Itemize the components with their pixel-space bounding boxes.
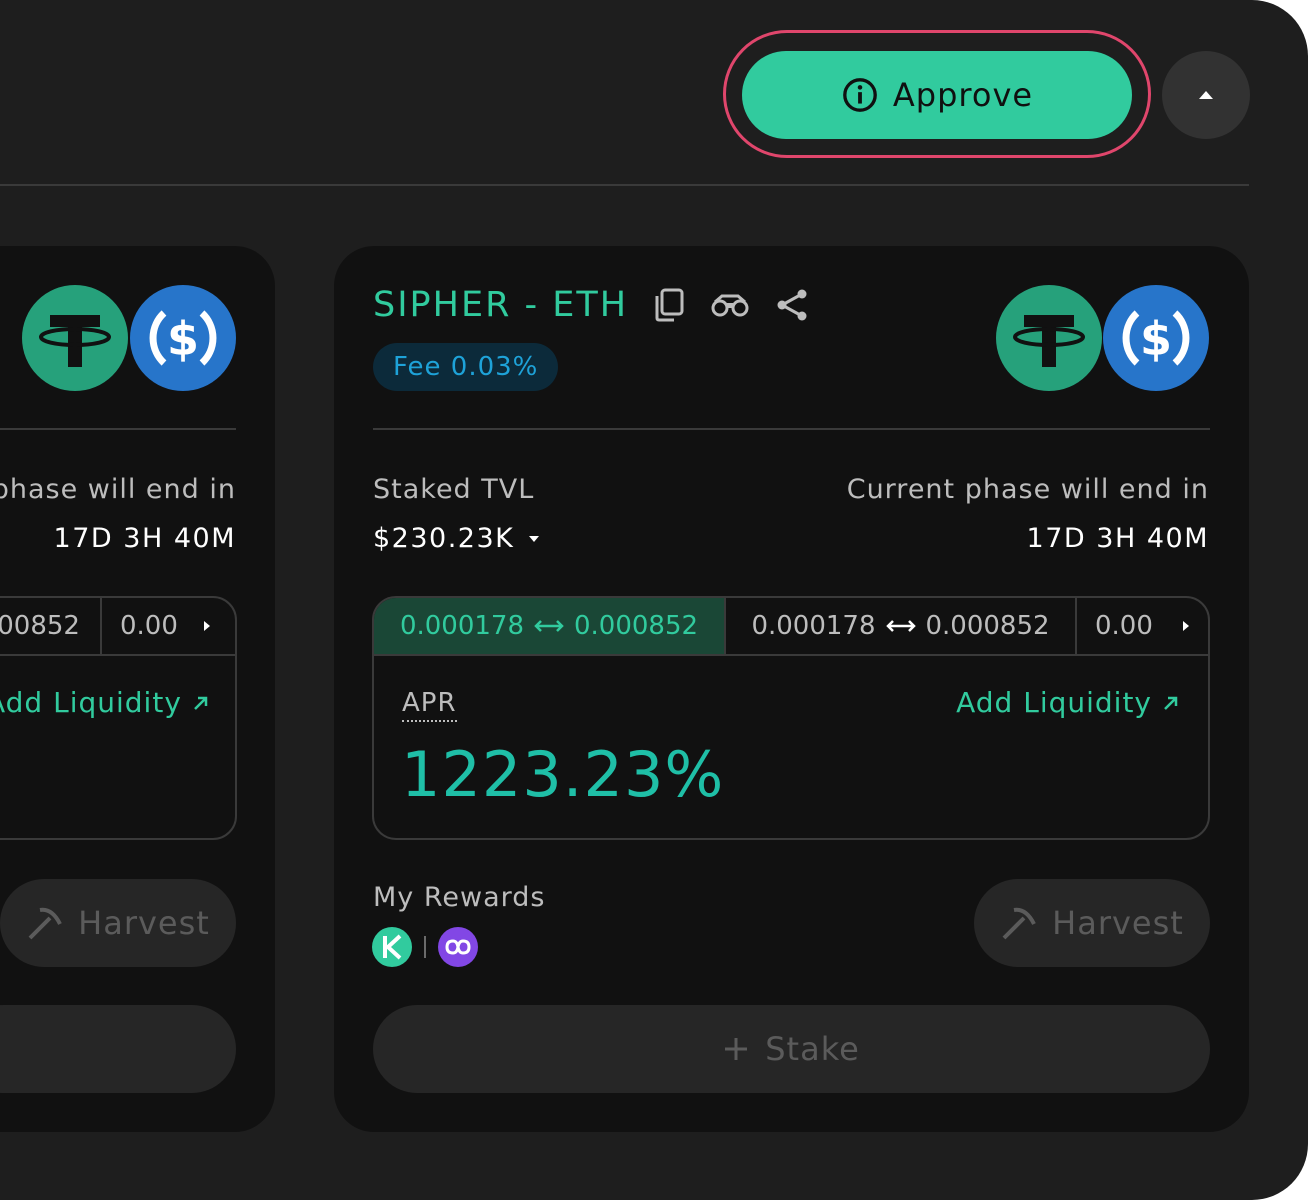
left-add-liquidity-link[interactable]: Add Liquidity bbox=[0, 686, 210, 719]
polygon-icon bbox=[438, 927, 478, 967]
left-range-last-text: 0.00 bbox=[119, 611, 178, 641]
usdc-icon: $ bbox=[1103, 285, 1209, 391]
range-2-min: 0.000178 bbox=[751, 611, 876, 641]
phase-value: 17D 3H 40M bbox=[1026, 523, 1209, 554]
range-tab-more[interactable]: 0.00 bbox=[1077, 598, 1208, 654]
copy-icon[interactable] bbox=[654, 288, 684, 322]
arrow-up-right-icon bbox=[1164, 696, 1178, 710]
binoculars-icon[interactable] bbox=[710, 293, 750, 317]
range-2-max: 0.000852 bbox=[925, 611, 1050, 641]
info-icon bbox=[843, 78, 877, 112]
apr-value: 1223.23% bbox=[401, 738, 725, 811]
range-tab-1[interactable]: 0.000178 0.000852 bbox=[374, 598, 726, 654]
range-tab-2[interactable]: 0.000178 0.000852 bbox=[726, 598, 1077, 654]
plus-icon bbox=[725, 1038, 748, 1060]
pickaxe-icon bbox=[28, 907, 62, 940]
arrow-up-right-icon bbox=[194, 696, 208, 710]
left-harvest-button[interactable]: Harvest bbox=[0, 879, 236, 967]
approve-button[interactable]: Approve bbox=[742, 51, 1132, 139]
pickaxe-icon bbox=[1002, 907, 1036, 940]
range-1-min: 0.000178 bbox=[399, 611, 524, 641]
staked-tvl-label: Staked TVL bbox=[373, 474, 535, 505]
left-stake-button[interactable] bbox=[0, 1005, 236, 1093]
caret-right-icon bbox=[203, 621, 210, 631]
left-harvest-label: Harvest bbox=[78, 904, 210, 942]
caret-up-icon bbox=[1199, 91, 1213, 99]
left-range-more[interactable]: 0.00 bbox=[102, 598, 235, 654]
left-phase-value: 17D 3H 40M bbox=[53, 523, 236, 554]
left-range-text: 00852 bbox=[0, 611, 80, 641]
rewards-separator bbox=[424, 936, 426, 958]
svg-text:$: $ bbox=[1140, 312, 1172, 366]
harvest-button[interactable]: Harvest bbox=[974, 879, 1210, 967]
left-card-divider bbox=[0, 428, 236, 430]
fee-badge: Fee 0.03% bbox=[373, 343, 559, 391]
range-arrow-icon bbox=[534, 620, 564, 632]
my-rewards-label: My Rewards bbox=[373, 882, 546, 913]
range-last-text: 0.00 bbox=[1095, 611, 1153, 641]
approve-label: Approve bbox=[892, 76, 1034, 114]
usdt-icon bbox=[22, 285, 128, 391]
pool-title-row: SIPHER - ETH bbox=[373, 285, 808, 325]
stake-button[interactable]: Stake bbox=[373, 1005, 1210, 1093]
svg-text:$: $ bbox=[167, 312, 199, 366]
share-icon[interactable] bbox=[776, 288, 808, 322]
apr-label[interactable]: APR bbox=[402, 688, 457, 722]
kyber-icon bbox=[372, 927, 412, 967]
left-range-cell[interactable]: 00852 bbox=[0, 598, 102, 654]
add-liquidity-link[interactable]: Add Liquidity bbox=[956, 686, 1180, 719]
pool-title: SIPHER - ETH bbox=[373, 285, 629, 325]
usdt-icon bbox=[996, 285, 1102, 391]
phase-label: Current phase will end in bbox=[846, 474, 1209, 505]
range-arrow-icon bbox=[885, 620, 916, 632]
collapse-button[interactable] bbox=[1162, 51, 1250, 139]
harvest-label: Harvest bbox=[1052, 904, 1184, 942]
pool-card-divider bbox=[373, 428, 1210, 430]
staked-tvl-value-row[interactable]: $230.23K bbox=[373, 523, 540, 554]
caret-down-icon bbox=[529, 535, 540, 542]
add-liquidity-label: Add Liquidity bbox=[956, 686, 1152, 719]
left-add-liquidity-label: Add Liquidity bbox=[0, 686, 182, 719]
staked-tvl-value: $230.23K bbox=[373, 523, 515, 554]
left-phase-label: phase will end in bbox=[0, 474, 236, 505]
header-divider bbox=[0, 184, 1249, 186]
stake-label: Stake bbox=[765, 1030, 860, 1068]
usdc-icon: $ bbox=[130, 285, 236, 391]
range-1-max: 0.000852 bbox=[574, 611, 699, 641]
caret-right-icon bbox=[1182, 621, 1189, 631]
